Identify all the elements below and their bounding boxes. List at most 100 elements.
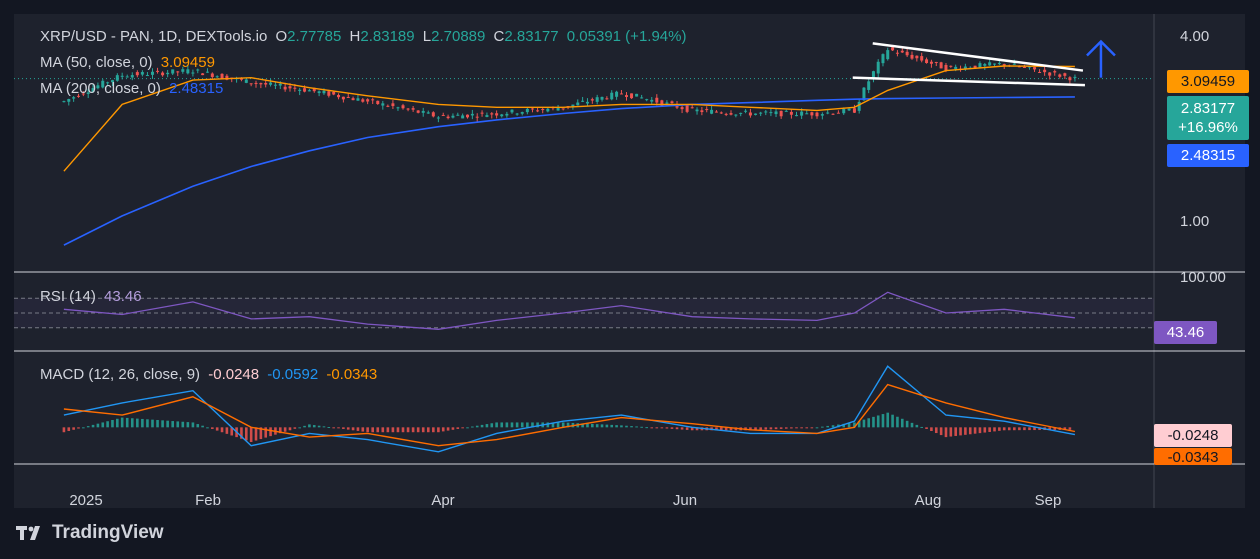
candle-body (269, 82, 273, 85)
candle-body (145, 75, 149, 77)
macd-histogram-bar (925, 427, 928, 429)
macd-histogram-bar (978, 427, 982, 434)
macd-histogram-bar (779, 427, 783, 429)
candle-body (764, 111, 768, 113)
macd-histogram-bar (332, 427, 335, 429)
macd-histogram-bar (800, 427, 803, 429)
x-label-sep: Sep (1034, 492, 1062, 509)
rsi-value: 43.46 (104, 288, 142, 305)
macd-histogram-bar (136, 418, 139, 428)
macd-histogram-bar (401, 427, 405, 433)
macd-histogram-bar (826, 425, 829, 428)
macd-histogram-bar (312, 425, 316, 428)
macd-histogram-bar (959, 427, 962, 436)
macd-histogram-bar (130, 418, 134, 428)
macd-histogram-bar (1007, 427, 1011, 431)
macd-histogram-bar (625, 425, 628, 428)
candle-body (769, 112, 773, 114)
macd-histogram-bar (685, 427, 689, 430)
candle-body (441, 114, 445, 116)
candle-body (719, 112, 723, 114)
candle-body (690, 107, 694, 109)
tradingview-footer[interactable]: TradingView (16, 522, 164, 544)
macd-histogram-bar (391, 427, 395, 433)
macd-histogram-bar (416, 427, 420, 433)
price-axis-bottom: 1.00 (1180, 213, 1210, 230)
macd-histogram-bar (881, 414, 885, 428)
macd-histogram-bar (610, 424, 614, 428)
macd-histogram-bar (166, 420, 169, 428)
macd-histogram-bar (351, 427, 355, 431)
macd-histogram-bar (249, 427, 253, 442)
candle-body (205, 71, 209, 73)
candle-body (744, 110, 748, 112)
tradingview-logo-icon (16, 526, 40, 540)
candle-body (515, 113, 519, 115)
macd-histogram-bar (62, 427, 66, 433)
candle-body (670, 101, 674, 104)
candle-body (436, 117, 440, 119)
macd-histogram-bar (795, 427, 798, 429)
rsi-legend: RSI (14) 43.46 (40, 288, 146, 305)
macd-histogram-bar (586, 423, 589, 428)
open-label: O (275, 28, 288, 45)
macd-histogram-bar (620, 425, 623, 428)
macd-histogram-bar (186, 422, 190, 428)
candle-body (1033, 67, 1037, 70)
candle-body (900, 50, 904, 53)
macd-legend: MACD (12, 26, close, 9) -0.0248 -0.0592 … (40, 366, 381, 383)
macd-histogram-bar (211, 427, 214, 429)
macd-histogram-bar (876, 415, 880, 428)
candle-body (734, 114, 738, 116)
candle-body (581, 100, 585, 102)
ma200-line (63, 96, 1075, 246)
macd-histogram-bar (905, 420, 909, 428)
macd-histogram-bar (495, 422, 498, 428)
candle-body (130, 75, 134, 78)
macd-histogram-bar (303, 425, 306, 428)
macd-histogram-bar (515, 422, 519, 428)
macd-histogram-bar (520, 422, 524, 428)
ma200-label: MA (200, close, 0) (40, 80, 161, 97)
macd-histogram-bar (810, 427, 814, 429)
candle-body (156, 70, 160, 72)
macd-histogram-bar (764, 427, 768, 430)
macd-histogram-bar (500, 422, 504, 428)
candle-body (480, 112, 484, 114)
macd-histogram-bar (1018, 427, 1021, 431)
candle-body (729, 113, 733, 115)
macd-histogram-bar (146, 419, 149, 428)
candle-body (1038, 72, 1042, 74)
candle-body (166, 72, 170, 75)
macd-histogram-bar (244, 427, 248, 441)
candle-body (500, 114, 504, 117)
macd-histogram-bar (288, 427, 292, 431)
macd-histogram-bar (264, 427, 268, 438)
macd-histogram-bar (466, 427, 469, 429)
candle-body (949, 65, 953, 67)
x-label-2025: 2025 (69, 492, 103, 509)
macd-histogram-bar (968, 427, 972, 435)
macd-histogram-bar (196, 424, 200, 428)
macd-histogram-bar (505, 422, 509, 428)
close-value: 2.83177 (504, 28, 559, 45)
candle-body (934, 61, 938, 63)
macd-histogram-bar (805, 427, 809, 429)
macd-histogram-bar (411, 427, 415, 433)
macd-histogram-bar (86, 426, 90, 428)
macd-histogram-bar (181, 421, 185, 428)
x-label-apr: Apr (431, 492, 455, 509)
candle-body (401, 105, 405, 109)
macd-hist-tag: -0.0248 (1154, 424, 1232, 447)
macd-histogram-bar (156, 420, 159, 428)
macd-histogram-bar (120, 417, 124, 428)
macd-histogram-bar (396, 427, 400, 433)
candle-body (724, 113, 728, 115)
macd-signal-line (63, 383, 1076, 447)
macd-histogram-bar (342, 427, 345, 429)
candle-body (278, 83, 282, 86)
macd-histogram-bar (125, 417, 129, 428)
x-label-feb: Feb (195, 492, 221, 509)
macd-histogram-bar (867, 418, 871, 428)
macd-histogram-bar (635, 426, 638, 428)
